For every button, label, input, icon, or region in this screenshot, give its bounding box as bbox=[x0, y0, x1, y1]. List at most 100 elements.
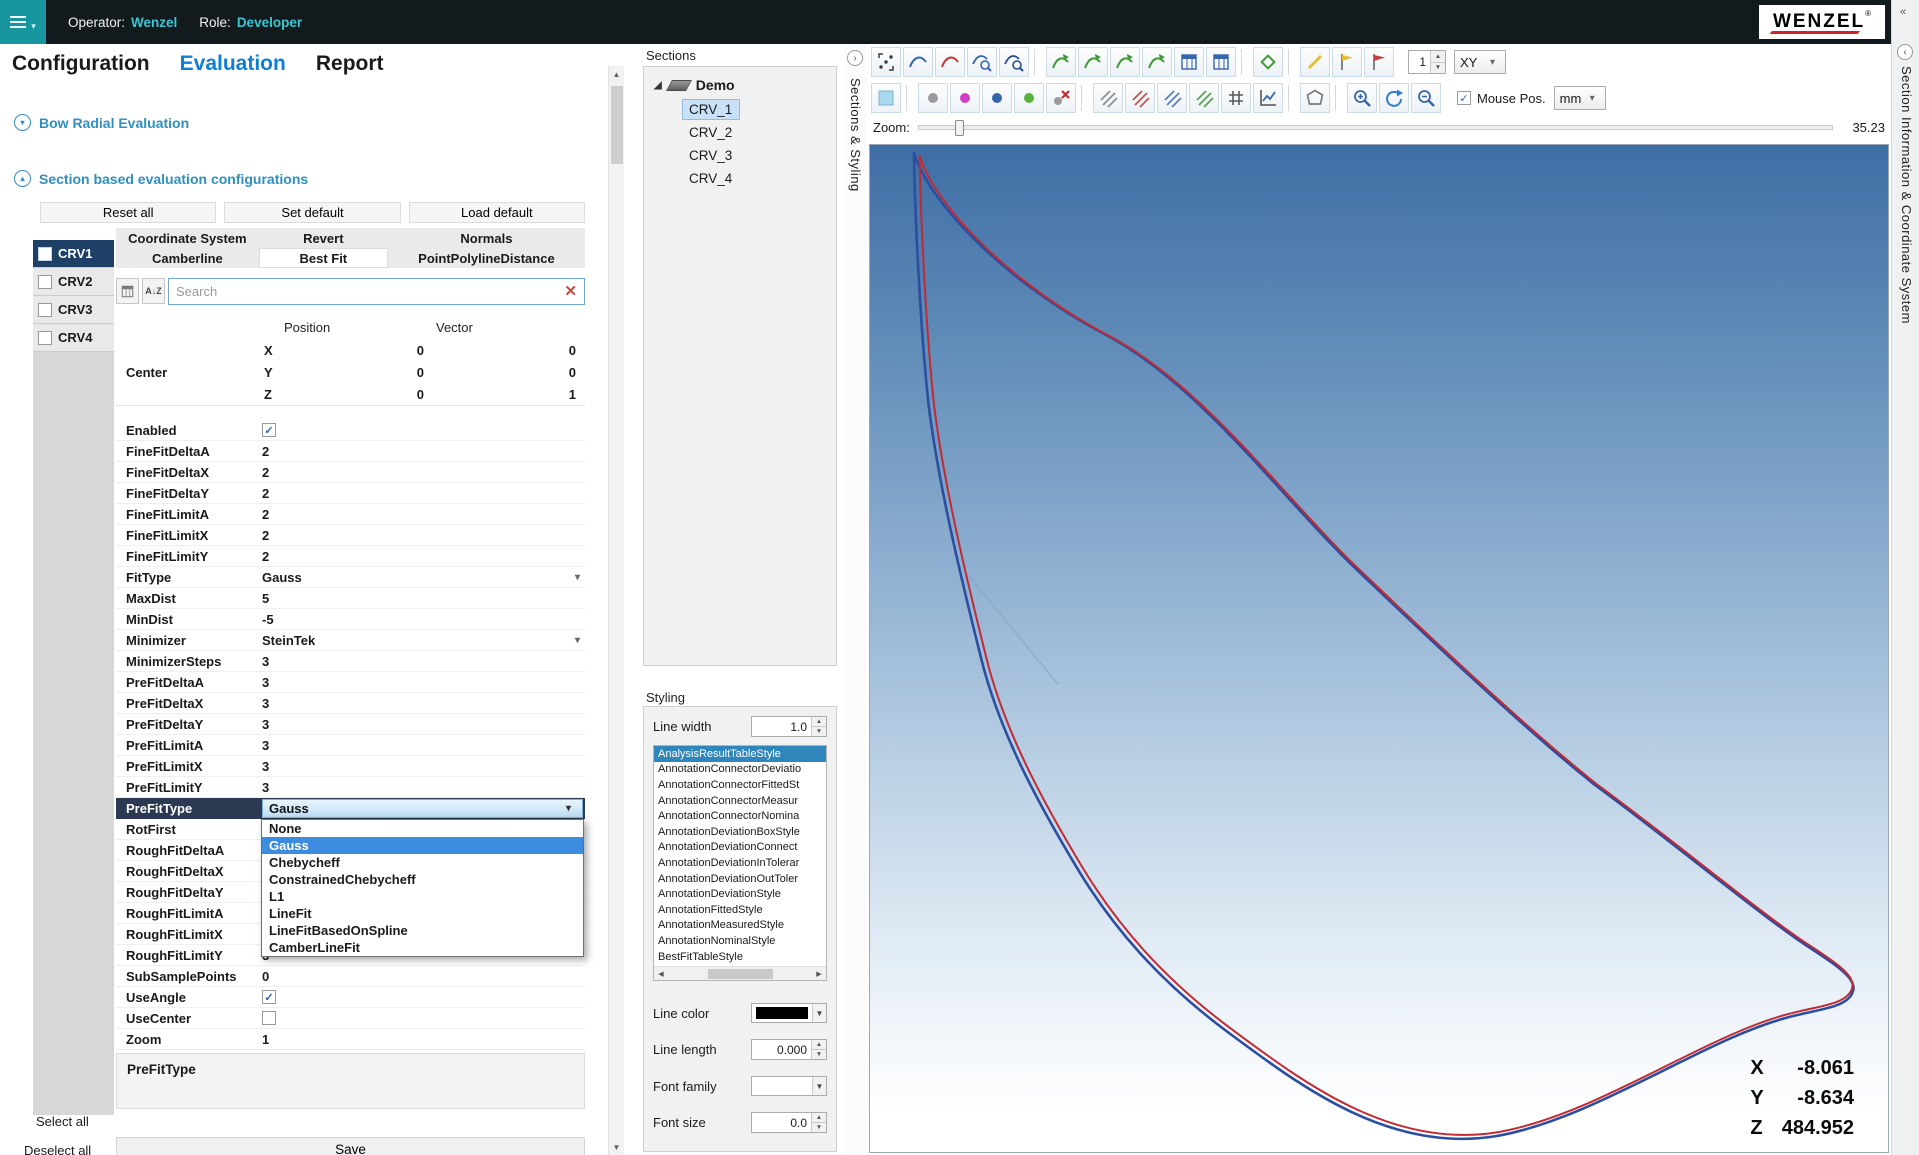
property-row-PreFitLimitA[interactable]: PreFitLimitA3 bbox=[116, 735, 585, 756]
property-value[interactable]: 0 bbox=[260, 966, 585, 986]
bow-radial-evaluation-header[interactable]: ▾ Bow Radial Evaluation bbox=[14, 114, 189, 131]
property-row-FineFitLimitA[interactable]: FineFitLimitA2 bbox=[116, 504, 585, 525]
style-item[interactable]: AnnotationConnectorNomina bbox=[654, 808, 826, 824]
spin-up-icon[interactable]: ▲ bbox=[812, 1113, 826, 1123]
point-blue-icon[interactable] bbox=[982, 83, 1012, 113]
dropdown-arrow-icon[interactable]: ▾ bbox=[575, 572, 585, 583]
property-value[interactable]: 2 bbox=[260, 483, 585, 503]
property-value[interactable]: 2 bbox=[260, 504, 585, 524]
position-value[interactable]: 0 bbox=[294, 343, 424, 358]
property-row-SubSamplePoints[interactable]: SubSamplePoints0 bbox=[116, 966, 585, 987]
vector-value[interactable]: 0 bbox=[424, 365, 585, 380]
tree-expander-icon[interactable]: ◢ bbox=[654, 80, 662, 91]
background-fill-icon[interactable] bbox=[871, 83, 901, 113]
dropdown-item-L1[interactable]: L1 bbox=[262, 888, 583, 905]
property-row-MinimizerSteps[interactable]: MinimizerSteps3 bbox=[116, 651, 585, 672]
point-magenta-icon[interactable] bbox=[950, 83, 980, 113]
section-config-header[interactable]: ▴ Section based evaluation configuration… bbox=[14, 170, 308, 187]
sort-az-toggle-button[interactable]: A↓Z bbox=[142, 278, 165, 304]
property-row-FineFitDeltaY[interactable]: FineFitDeltaY2 bbox=[116, 483, 585, 504]
camber-curve-end-icon[interactable] bbox=[1078, 47, 1108, 77]
table-align-up-icon[interactable] bbox=[1174, 47, 1204, 77]
property-row-Zoom[interactable]: Zoom1 bbox=[116, 1029, 585, 1050]
property-value[interactable]: 3 bbox=[260, 651, 585, 671]
dropdown-item-ConstrainedChebycheff[interactable]: ConstrainedChebycheff bbox=[262, 871, 583, 888]
chart-icon[interactable] bbox=[1253, 83, 1283, 113]
expand-panel-button[interactable]: › bbox=[847, 50, 863, 66]
hatch-red-icon[interactable] bbox=[1125, 83, 1155, 113]
section-item-CRV_1[interactable]: CRV_1 bbox=[682, 99, 740, 120]
spin-down-icon[interactable]: ▼ bbox=[812, 1123, 826, 1132]
dropdown-arrow-icon[interactable]: ▾ bbox=[575, 635, 585, 646]
hscroll-thumb[interactable] bbox=[708, 969, 773, 979]
line-length-spinner[interactable]: 0.000 ▲▼ bbox=[751, 1039, 827, 1060]
collapse-chevrons-icon[interactable]: « bbox=[1900, 6, 1906, 18]
flag-yellow-icon[interactable] bbox=[1332, 47, 1362, 77]
property-row-UseAngle[interactable]: UseAngle✓ bbox=[116, 987, 585, 1008]
coordinate-system-value[interactable]: Camberline bbox=[116, 248, 259, 268]
app-menu-button[interactable]: ▾ bbox=[0, 0, 46, 44]
dropdown-arrow-icon[interactable]: ▾ bbox=[566, 803, 576, 814]
spline-blue-icon[interactable] bbox=[903, 47, 933, 77]
select-all-button[interactable]: Select all bbox=[36, 1114, 89, 1129]
point-delete-icon[interactable] bbox=[1046, 83, 1076, 113]
style-item[interactable]: AnnotationDeviationConnect bbox=[654, 840, 826, 856]
style-item[interactable]: AnnotationConnectorMeasur bbox=[654, 793, 826, 809]
property-row-Minimizer[interactable]: MinimizerSteinTek▾ bbox=[116, 630, 585, 651]
property-value[interactable]: Gauss▾ bbox=[260, 567, 585, 587]
property-value[interactable]: 3 bbox=[260, 777, 585, 797]
position-value[interactable]: 0 bbox=[294, 365, 424, 380]
crv-item-CRV3[interactable]: CRV3 bbox=[33, 296, 114, 324]
camber-curve-fit-icon[interactable] bbox=[1142, 47, 1172, 77]
font-family-select[interactable]: ▼ bbox=[751, 1076, 827, 1096]
property-value[interactable]: 3 bbox=[260, 714, 585, 734]
tab-evaluation[interactable]: Evaluation bbox=[180, 52, 286, 76]
spin-down-icon[interactable]: ▼ bbox=[1431, 63, 1445, 74]
property-value[interactable]: 3 bbox=[260, 735, 585, 755]
style-item[interactable]: AnalysisResultTableStyle bbox=[654, 746, 826, 762]
property-row-FineFitDeltaA[interactable]: FineFitDeltaA2 bbox=[116, 441, 585, 462]
crv-item-CRV2[interactable]: CRV2 bbox=[33, 268, 114, 296]
property-value[interactable]: -5 bbox=[260, 609, 585, 629]
style-item[interactable]: AnnotationDeviationBoxStyle bbox=[654, 824, 826, 840]
style-item[interactable]: AnnotationDeviationStyle bbox=[654, 886, 826, 902]
dropdown-item-None[interactable]: None bbox=[262, 820, 583, 837]
property-value[interactable]: 2 bbox=[260, 441, 585, 461]
crv-checkbox[interactable] bbox=[38, 247, 52, 261]
point-green-icon[interactable] bbox=[1014, 83, 1044, 113]
spline-red-icon[interactable] bbox=[935, 47, 965, 77]
best-fit-button[interactable]: Best Fit bbox=[259, 248, 388, 268]
style-item[interactable]: AnnotationMeasuredStyle bbox=[654, 918, 826, 934]
table-align-down-icon[interactable] bbox=[1206, 47, 1236, 77]
scroll-right-icon[interactable]: ▶ bbox=[812, 970, 826, 978]
center-property-group[interactable]: Center X 0 0 Y 0 0 Z 0 1 bbox=[116, 339, 585, 406]
hatch-blue-icon[interactable] bbox=[1157, 83, 1187, 113]
clear-search-icon[interactable]: ✕ bbox=[564, 282, 577, 300]
categorize-toggle-button[interactable] bbox=[116, 278, 139, 304]
section-item-CRV_2[interactable]: CRV_2 bbox=[682, 122, 740, 143]
measure-line-icon[interactable] bbox=[1300, 47, 1330, 77]
dropdown-item-Chebycheff[interactable]: Chebycheff bbox=[262, 854, 583, 871]
spin-down-icon[interactable]: ▼ bbox=[812, 727, 826, 736]
tolerance-diamond-icon[interactable] bbox=[1253, 47, 1283, 77]
section-view-canvas[interactable]: X-8.061 Y-8.634 Z484.952 bbox=[869, 144, 1889, 1153]
style-item[interactable]: AnnotationConnectorDeviatio bbox=[654, 762, 826, 778]
point-gray-icon[interactable] bbox=[918, 83, 948, 113]
transform-points-icon[interactable] bbox=[871, 47, 901, 77]
scroll-left-icon[interactable]: ◀ bbox=[654, 970, 668, 978]
font-size-spinner[interactable]: 0.0 ▲▼ bbox=[751, 1112, 827, 1133]
property-value[interactable]: 3 bbox=[260, 756, 585, 776]
style-item[interactable]: AnnotationDeviationOutToler bbox=[654, 871, 826, 887]
property-value[interactable]: ✓ bbox=[260, 420, 585, 440]
property-value[interactable]: 1 bbox=[260, 1029, 585, 1049]
spline-zoom-2-icon[interactable] bbox=[999, 47, 1029, 77]
search-input[interactable] bbox=[176, 284, 564, 299]
property-row-Enabled[interactable]: Enabled✓ bbox=[116, 420, 585, 441]
prefittype-combo[interactable]: Gauss▾ bbox=[262, 799, 583, 818]
crv-item-CRV4[interactable]: CRV4 bbox=[33, 324, 114, 352]
refresh-icon[interactable] bbox=[1379, 83, 1409, 113]
style-item[interactable]: AnnotationConnectorFittedSt bbox=[654, 777, 826, 793]
property-value[interactable]: ✓ bbox=[260, 987, 585, 1007]
unit-select[interactable]: mm ▾ bbox=[1554, 86, 1606, 110]
zoom-out-icon[interactable] bbox=[1411, 83, 1441, 113]
